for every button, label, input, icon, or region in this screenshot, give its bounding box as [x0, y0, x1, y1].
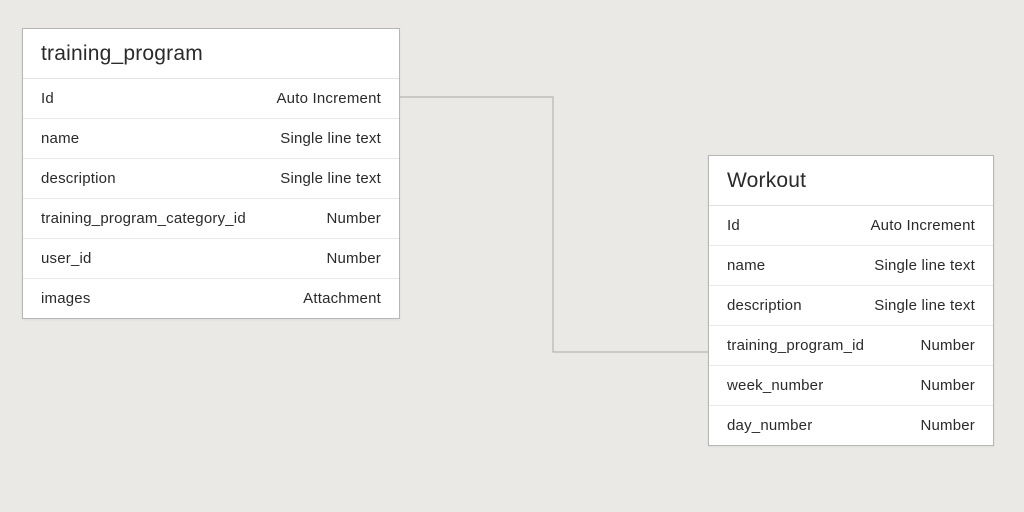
field-row[interactable]: Id Auto Increment [23, 79, 399, 119]
entity-title: Workout [709, 156, 993, 206]
field-row[interactable]: name Single line text [709, 246, 993, 286]
entity-title: training_program [23, 29, 399, 79]
field-type: Number [920, 377, 975, 394]
field-name: week_number [727, 377, 823, 394]
field-row[interactable]: day_number Number [709, 406, 993, 445]
field-name: name [41, 130, 79, 147]
field-type: Auto Increment [870, 217, 975, 234]
field-type: Single line text [280, 130, 381, 147]
field-name: training_program_id [727, 337, 864, 354]
field-name: name [727, 257, 765, 274]
field-name: user_id [41, 250, 92, 267]
field-row[interactable]: user_id Number [23, 239, 399, 279]
field-name: day_number [727, 417, 812, 434]
field-type: Number [920, 417, 975, 434]
field-type: Single line text [280, 170, 381, 187]
field-name: training_program_category_id [41, 210, 246, 227]
entity-training-program[interactable]: training_program Id Auto Increment name … [22, 28, 400, 319]
field-name: description [727, 297, 802, 314]
field-name: images [41, 290, 91, 307]
field-type: Auto Increment [276, 90, 381, 107]
field-type: Single line text [874, 257, 975, 274]
field-name: Id [727, 217, 740, 234]
field-row[interactable]: description Single line text [23, 159, 399, 199]
field-type: Number [326, 250, 381, 267]
field-row[interactable]: description Single line text [709, 286, 993, 326]
field-row[interactable]: Id Auto Increment [709, 206, 993, 246]
field-type: Attachment [303, 290, 381, 307]
field-type: Number [326, 210, 381, 227]
field-row[interactable]: name Single line text [23, 119, 399, 159]
field-type: Number [920, 337, 975, 354]
field-row[interactable]: training_program_category_id Number [23, 199, 399, 239]
field-row[interactable]: week_number Number [709, 366, 993, 406]
field-row[interactable]: images Attachment [23, 279, 399, 318]
field-name: Id [41, 90, 54, 107]
field-type: Single line text [874, 297, 975, 314]
field-row[interactable]: training_program_id Number [709, 326, 993, 366]
field-name: description [41, 170, 116, 187]
entity-workout[interactable]: Workout Id Auto Increment name Single li… [708, 155, 994, 446]
